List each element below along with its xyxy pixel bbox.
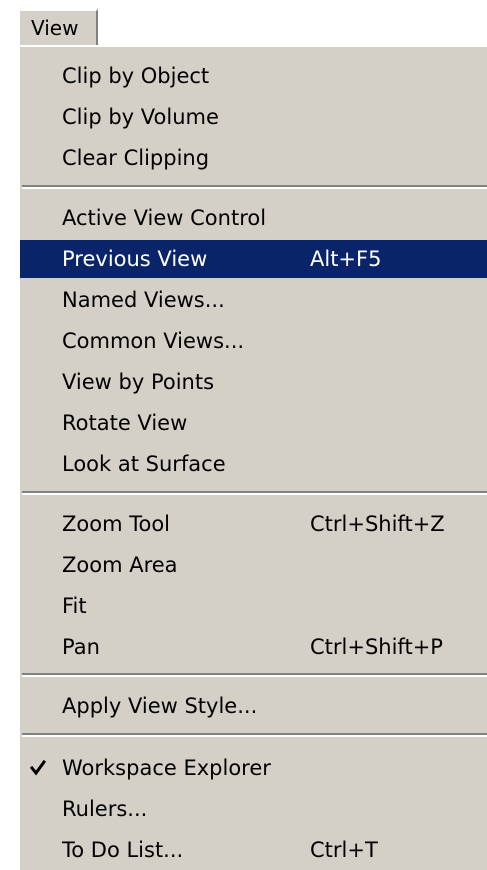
menu-separator <box>22 673 487 677</box>
menu-item-label: Active View Control <box>62 206 267 230</box>
menubar-view[interactable]: View <box>18 9 98 45</box>
menu-item-zoom-area[interactable]: Zoom Area <box>20 546 487 584</box>
menu-item-fit[interactable]: Fit <box>20 587 487 625</box>
menu-item-label: Clip by Object <box>62 64 210 88</box>
menu-item-label: Zoom Tool <box>62 512 171 536</box>
menu-item-look-at-surface[interactable]: Look at Surface <box>20 445 487 483</box>
menu-item-clip-by-object[interactable]: Clip by Object <box>20 57 487 95</box>
menu-item-active-view-control[interactable]: Active View Control <box>20 199 487 237</box>
menu-item-clear-clipping[interactable]: Clear Clipping <box>20 139 487 177</box>
menu-item-label: Previous View <box>62 247 208 271</box>
menu-item-shortcut: Ctrl+Shift+P <box>310 635 443 659</box>
menu-item-label: Look at Surface <box>62 452 226 476</box>
menu-item-common-views[interactable]: Common Views... <box>20 322 487 360</box>
menu-item-label: Fit <box>62 594 87 618</box>
menu-item-zoom-tool[interactable]: Zoom Tool Ctrl+Shift+Z <box>20 505 487 543</box>
menu-item-named-views[interactable]: Named Views... <box>20 281 487 319</box>
menu-item-label: Pan <box>62 635 100 659</box>
menu-item-label: Workspace Explorer <box>62 756 271 780</box>
menu-item-shortcut: Alt+F5 <box>310 247 382 271</box>
menu-item-workspace-explorer[interactable]: Workspace Explorer <box>20 749 487 787</box>
menu-item-rotate-view[interactable]: Rotate View <box>20 404 487 442</box>
menu-item-label: Common Views... <box>62 329 245 353</box>
menu-item-shortcut: Ctrl+T <box>310 838 378 862</box>
menu-item-label: Apply View Style... <box>62 694 258 718</box>
menu-item-rulers[interactable]: Rulers... <box>20 790 487 828</box>
menu-item-label: View by Points <box>62 370 215 394</box>
menu-item-view-by-points[interactable]: View by Points <box>20 363 487 401</box>
menu-item-clip-by-volume[interactable]: Clip by Volume <box>20 98 487 136</box>
checkmark-icon <box>30 749 46 787</box>
menu-item-label: Named Views... <box>62 288 225 312</box>
menu-item-label: To Do List... <box>62 838 184 862</box>
screen: View Clip by Object Clip by Volume Clear… <box>0 0 487 870</box>
menu-separator <box>22 733 487 737</box>
menu-item-shortcut: Ctrl+Shift+Z <box>310 512 445 536</box>
menu-item-apply-view-style[interactable]: Apply View Style... <box>20 687 487 725</box>
view-menu-dropdown: Clip by Object Clip by Volume Clear Clip… <box>18 45 487 870</box>
menu-item-label: Rulers... <box>62 797 148 821</box>
menu-separator <box>22 491 487 495</box>
menu-item-previous-view[interactable]: Previous View Alt+F5 <box>20 240 487 278</box>
menu-item-label: Rotate View <box>62 411 188 435</box>
menu-item-to-do-list[interactable]: To Do List... Ctrl+T <box>20 831 487 869</box>
menu-item-pan[interactable]: Pan Ctrl+Shift+P <box>20 628 487 666</box>
menu-separator <box>22 185 487 189</box>
menu-item-label: Clear Clipping <box>62 146 210 170</box>
menu-item-label: Clip by Volume <box>62 105 219 129</box>
menu-item-label: Zoom Area <box>62 553 178 577</box>
